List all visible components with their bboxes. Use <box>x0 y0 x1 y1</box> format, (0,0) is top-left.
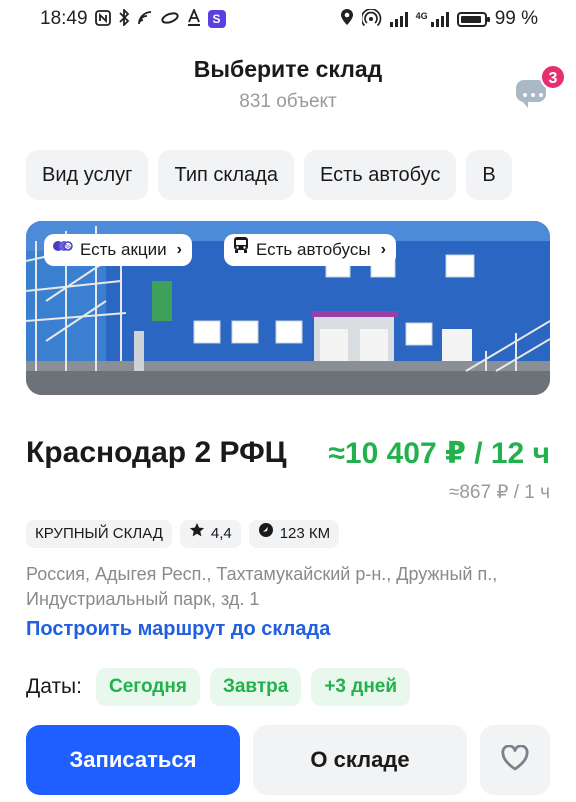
network-label: 4G <box>415 11 428 21</box>
favorite-button[interactable] <box>480 725 550 795</box>
status-right: 4G 99 % <box>340 7 538 30</box>
rating-value: 4,4 <box>210 525 232 542</box>
star-icon <box>189 520 205 548</box>
font-icon <box>187 7 201 29</box>
date-tomorrow[interactable]: Завтра <box>209 668 302 706</box>
sign-up-button[interactable]: Записаться <box>26 725 240 795</box>
distance-value: 123 КМ <box>279 525 331 542</box>
signal-4g-icon: 4G <box>416 11 449 27</box>
nfc-icon <box>94 9 111 29</box>
status-bar: 18:49 S 4G 99 % <box>0 0 576 38</box>
wifi-calling-icon <box>137 10 153 29</box>
distance-badge: 123 КМ <box>248 520 340 548</box>
battery-percent: 99 % <box>494 8 538 29</box>
tag-promotions-label: Есть акции <box>80 240 167 259</box>
build-route-link[interactable]: Построить маршрут до склада <box>26 618 330 641</box>
page-title: Выберите склад <box>193 56 383 82</box>
dates-row: Даты: Сегодня Завтра +3 дней <box>26 668 411 706</box>
date-more[interactable]: +3 дней <box>311 668 411 706</box>
filter-has-bus[interactable]: Есть автобус <box>303 150 457 200</box>
signal-icon <box>389 11 408 27</box>
warehouse-photo[interactable]: % Есть акции › Есть автобусы › <box>26 221 550 395</box>
tag-promotions[interactable]: % Есть акции › <box>44 234 192 266</box>
battery-icon <box>456 11 490 27</box>
filter-warehouse-type[interactable]: Тип склада <box>158 150 294 200</box>
warehouse-address: Россия, Адыгея Респ., Тахтамукайский р-н… <box>26 564 498 609</box>
filter-bar: Вид услуг Тип склада Есть автобус В <box>26 150 512 200</box>
warehouse-type-label: КРУПНЫЙ СКЛАД <box>35 525 163 542</box>
hotspot-icon <box>360 7 382 30</box>
warehouse-meta: КРУПНЫЙ СКЛАД 4,4 123 КМ <box>26 520 340 548</box>
status-left: 18:49 S <box>40 7 226 30</box>
location-icon <box>340 9 354 29</box>
rating-badge: 4,4 <box>179 520 241 548</box>
distance-icon <box>258 520 274 548</box>
date-today[interactable]: Сегодня <box>96 668 200 706</box>
tag-buses[interactable]: Есть автобусы › <box>224 234 396 266</box>
filter-service-type[interactable]: Вид услуг <box>26 150 149 200</box>
heart-icon <box>500 743 530 776</box>
results-count: 831 объект <box>239 91 337 112</box>
bus-icon <box>232 234 250 266</box>
bluetooth-icon <box>118 7 130 29</box>
svg-text:%: % <box>65 243 72 251</box>
warehouse-name: Краснодар 2 РФЦ <box>26 436 287 469</box>
page-header: Выберите склад 831 объект <box>0 56 576 113</box>
status-time: 18:49 <box>40 8 88 29</box>
tag-buses-label: Есть автобусы <box>256 240 371 259</box>
warehouse-type-badge: КРУПНЫЙ СКЛАД <box>26 520 172 548</box>
price-per-shift: ≈10 407 ₽ / 12 ч <box>328 437 550 470</box>
promo-icon: % <box>52 234 74 266</box>
chevron-right-icon: › <box>380 241 386 258</box>
about-warehouse-button[interactable]: О складе <box>253 725 467 795</box>
sync-icon <box>160 11 180 28</box>
chevron-right-icon: › <box>176 241 182 258</box>
filter-more[interactable]: В <box>466 150 512 200</box>
chat-badge: 3 <box>540 64 566 90</box>
app-s-icon: S <box>207 10 226 28</box>
price-per-hour: ≈867 ₽ / 1 ч <box>448 482 550 503</box>
dates-label: Даты: <box>26 675 82 698</box>
